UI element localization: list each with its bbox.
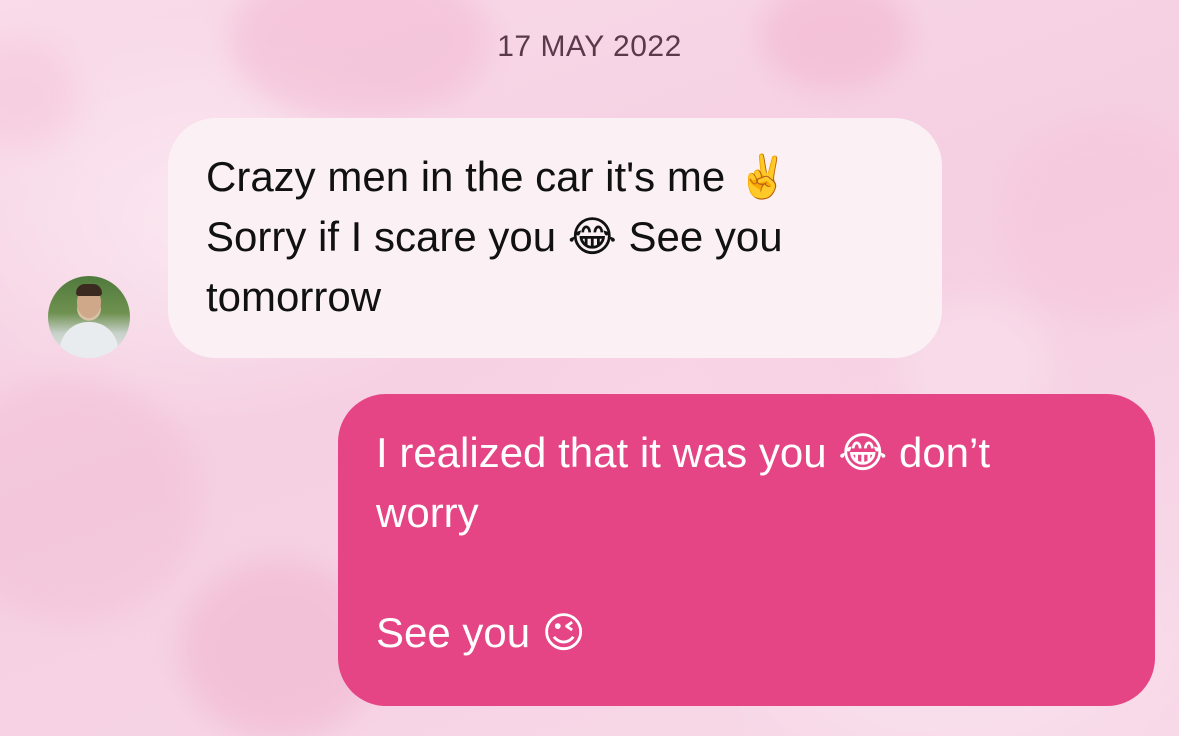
date-separator: 17 MAY 2022 — [497, 30, 682, 63]
sender-avatar[interactable] — [48, 276, 130, 358]
avatar-hair — [76, 284, 102, 296]
message-text-line: tomorrow — [206, 273, 382, 320]
message-text-line: worry — [376, 489, 479, 536]
message-text-line: See you 😉 — [376, 609, 586, 656]
heart-decoration — [0, 380, 200, 620]
avatar-shirt — [60, 322, 118, 358]
outgoing-message-bubble[interactable]: I realized that it was you 😂 don’t worry… — [338, 394, 1155, 706]
message-text-line: Sorry if I scare you 😂 See you — [206, 213, 783, 260]
message-text-line: I realized that it was you 😂 don’t — [376, 429, 991, 476]
message-text-line: Crazy men in the car it's me ✌️ — [206, 153, 790, 200]
heart-decoration — [1000, 120, 1179, 320]
incoming-message-bubble[interactable]: Crazy men in the car it's me ✌️ Sorry if… — [168, 118, 942, 358]
